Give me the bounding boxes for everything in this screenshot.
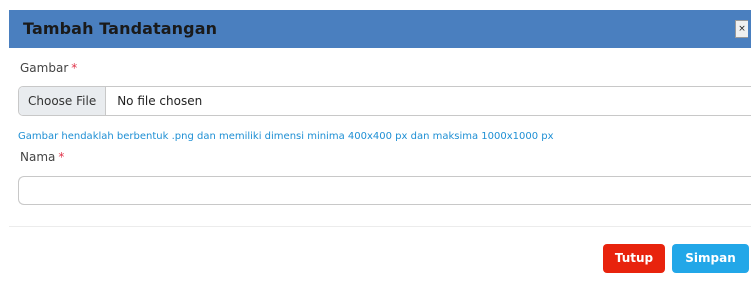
required-marker: *: [71, 61, 78, 75]
image-file-input[interactable]: Choose File No file chosen: [18, 86, 751, 116]
modal-title: Tambah Tandatangan: [23, 19, 218, 38]
footer-divider: [9, 226, 751, 227]
image-label-text: Gambar: [20, 61, 69, 75]
image-field-label: Gambar *: [20, 61, 77, 75]
close-icon[interactable]: ×: [735, 20, 748, 38]
close-button[interactable]: Tutup: [603, 244, 665, 273]
name-input[interactable]: [18, 176, 751, 205]
name-field-label: Nama *: [20, 150, 64, 164]
save-button[interactable]: Simpan: [672, 244, 749, 273]
modal-header: Tambah Tandatangan ×: [9, 10, 751, 48]
name-label-text: Nama: [20, 150, 56, 164]
file-status-text: No file chosen: [117, 94, 203, 108]
choose-file-button[interactable]: Choose File: [19, 87, 107, 115]
image-help-text: Gambar hendaklah berbentuk .png dan memi…: [18, 131, 554, 142]
required-marker: *: [58, 150, 65, 164]
add-signature-modal: Tambah Tandatangan × Gambar * Choose File…: [0, 0, 751, 284]
